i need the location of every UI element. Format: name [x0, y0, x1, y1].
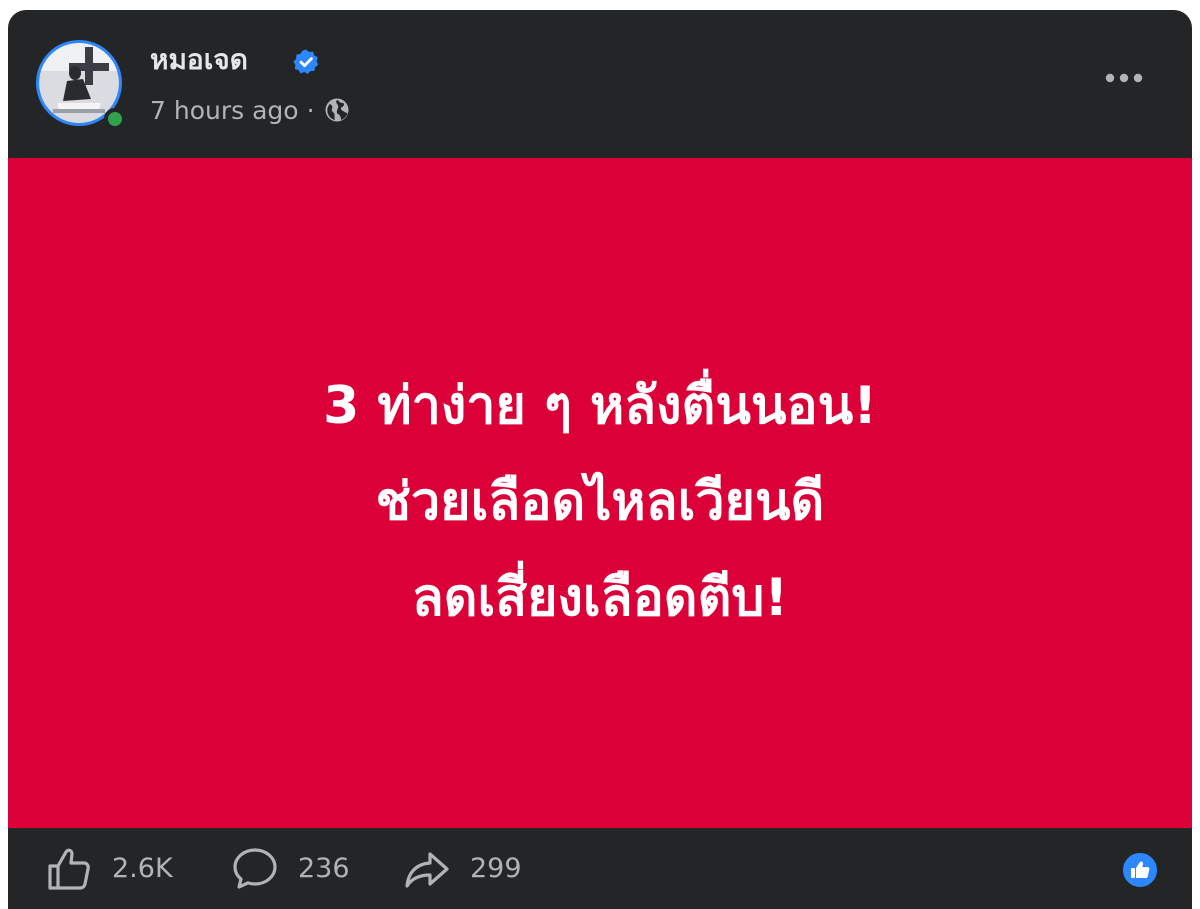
share-icon [405, 851, 449, 888]
share-count: 299 [470, 853, 522, 884]
globe-icon[interactable] [323, 96, 351, 124]
post-meta: 7 hours ago · [150, 92, 351, 128]
banner-line-2: ช่วยเลือดไหลเวียนดี [375, 472, 825, 532]
banner-line-1: 3 ท่าง่าย ๆ หลังตื่นนอน! [323, 376, 877, 436]
action-bar: 2.6K 236 299 [8, 828, 1192, 909]
share-button[interactable]: 299 [402, 828, 522, 909]
like-button[interactable]: 2.6K [44, 828, 173, 909]
more-options-button[interactable] [1102, 66, 1146, 90]
comment-count: 236 [298, 853, 350, 884]
comment-icon [233, 847, 277, 889]
author-avatar-wrap[interactable] [36, 40, 128, 132]
banner-text: 3 ท่าง่าย ๆ หลังตื่นนอน! ช่วยเลือดไหลเวี… [8, 358, 1192, 646]
online-status-dot [104, 108, 126, 130]
like-reaction-icon [1131, 861, 1150, 878]
like-reaction-badge[interactable] [1120, 850, 1160, 890]
meta-separator: · [306, 95, 315, 125]
comment-button[interactable]: 236 [230, 828, 350, 909]
post-timestamp[interactable]: 7 hours ago [150, 96, 299, 125]
more-options-icon [1105, 73, 1143, 83]
like-count: 2.6K [112, 853, 173, 884]
verified-badge-icon [293, 49, 319, 74]
banner-line-3: ลดเสี่ยงเลือดตีบ! [411, 568, 789, 628]
post-card: หมอเจด 7 hours ago · 3 ท่าง่าย ๆ หลังตื่… [8, 10, 1192, 909]
thumbs-up-icon [48, 848, 90, 890]
author-name[interactable]: หมอเจด [150, 40, 248, 80]
post-banner[interactable]: 3 ท่าง่าย ๆ หลังตื่นนอน! ช่วยเลือดไหลเวี… [8, 158, 1192, 828]
